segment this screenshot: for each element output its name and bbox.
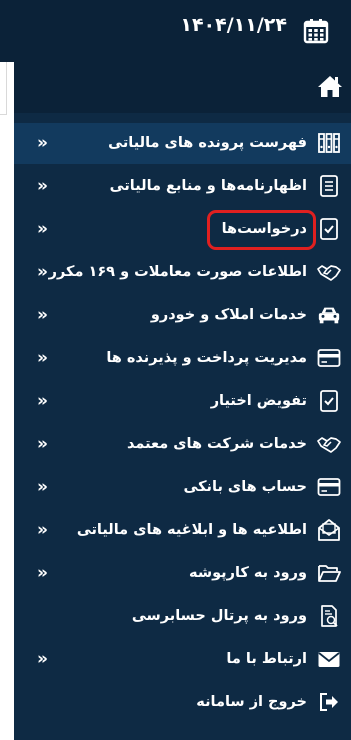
menu-item-label: ورود به کارپوشه (189, 565, 307, 581)
menu-item-trusted-companies[interactable]: خدمات شرکت های معتمد « (14, 424, 351, 465)
menu-item-declarations[interactable]: اظهارنامه‌ها و منابع مالیاتی « (14, 166, 351, 207)
chevron-icon[interactable]: « (37, 295, 48, 336)
menu-item-property-car[interactable]: خدمات املاک و خودرو « (14, 295, 351, 336)
car-icon (317, 303, 341, 327)
chevron-icon[interactable]: « (37, 209, 48, 250)
menu-item-label: مدیریت پرداخت و پذیرنده ها (106, 350, 307, 366)
menu-item-label: حساب های بانکی (183, 479, 307, 495)
envelope-icon (317, 647, 341, 671)
menu-item-bank-accounts[interactable]: حساب های بانکی « (14, 467, 351, 508)
menu-item-tax-files[interactable]: فهرست پرونده های مالیاتی « (14, 123, 351, 164)
menu-item-delegation[interactable]: تفویض اختیار « (14, 381, 351, 422)
handshake-icon (317, 432, 341, 456)
menu-item-label: اطلاعیه ها و ابلاغیه های مالیاتی (76, 522, 307, 538)
chevron-icon[interactable]: « (37, 510, 48, 551)
top-bar: ۱۴۰۴/۱۱/۲۴ (0, 0, 351, 62)
content-input-edge (0, 62, 7, 115)
envelope-open-icon (317, 518, 341, 542)
document-check-icon (317, 389, 341, 413)
binders-icon (317, 131, 341, 155)
menu-item-label: خدمات املاک و خودرو (150, 307, 307, 323)
chevron-icon[interactable]: « (37, 123, 48, 164)
chevron-icon[interactable]: « (37, 381, 48, 422)
chevron-icon[interactable]: « (37, 467, 48, 508)
menu-item-transactions-169[interactable]: اطلاعات صورت معاملات و ۱۶۹ مکرر « (14, 252, 351, 293)
document-check-icon (317, 217, 341, 241)
menu-item-label: اظهارنامه‌ها و منابع مالیاتی (109, 178, 307, 194)
menu-item-label: فهرست پرونده های مالیاتی (108, 135, 307, 151)
menu-item-label: تفویض اختیار (210, 393, 307, 409)
credit-card-icon (317, 475, 341, 499)
document-list-icon (317, 174, 341, 198)
menu-item-label: اطلاعات صورت معاملات و ۱۶۹ مکرر (48, 264, 307, 280)
menu-item-label: درخواست‌ها (221, 221, 307, 237)
menu-item-workfolder[interactable]: ورود به کارپوشه « (14, 553, 351, 594)
menu-item-contact-us[interactable]: ارتباط با ما « (14, 639, 351, 680)
sidebar-menu: فهرست پرونده های مالیاتی « اظهارنامه‌ها … (14, 113, 351, 740)
chevron-icon[interactable]: « (37, 338, 48, 379)
content-panel-edge (0, 62, 14, 740)
audit-document-icon (317, 604, 341, 628)
credit-card-icon (317, 346, 341, 370)
folder-open-icon (317, 561, 341, 585)
current-date: ۱۴۰۴/۱۱/۲۴ (180, 14, 287, 36)
menu-item-payment-management[interactable]: مدیریت پرداخت و پذیرنده ها « (14, 338, 351, 379)
chevron-icon[interactable]: « (37, 166, 48, 207)
chevron-icon[interactable]: « (37, 424, 48, 465)
menu-item-label: خدمات شرکت های معتمد (127, 436, 307, 452)
chevron-icon[interactable]: « (37, 252, 48, 293)
menu-item-tax-notices[interactable]: اطلاعیه ها و ابلاغیه های مالیاتی « (14, 510, 351, 551)
menu-item-label: ارتباط با ما (226, 651, 307, 667)
home-icon[interactable] (317, 73, 343, 99)
menu-item-label: خروج از سامانه (196, 694, 307, 710)
menu-item-requests[interactable]: درخواست‌ها « (14, 209, 351, 250)
handshake-icon (317, 260, 341, 284)
menu-item-audit-portal[interactable]: ورود به پرتال حسابرسی (14, 596, 351, 637)
sign-out-icon (317, 690, 341, 714)
chevron-icon[interactable]: « (37, 639, 48, 680)
menu-item-label: ورود به پرتال حسابرسی (131, 608, 307, 624)
menu-item-logout[interactable]: خروج از سامانه (14, 682, 351, 723)
chevron-icon[interactable]: « (37, 553, 48, 594)
calendar-icon[interactable] (303, 18, 329, 44)
